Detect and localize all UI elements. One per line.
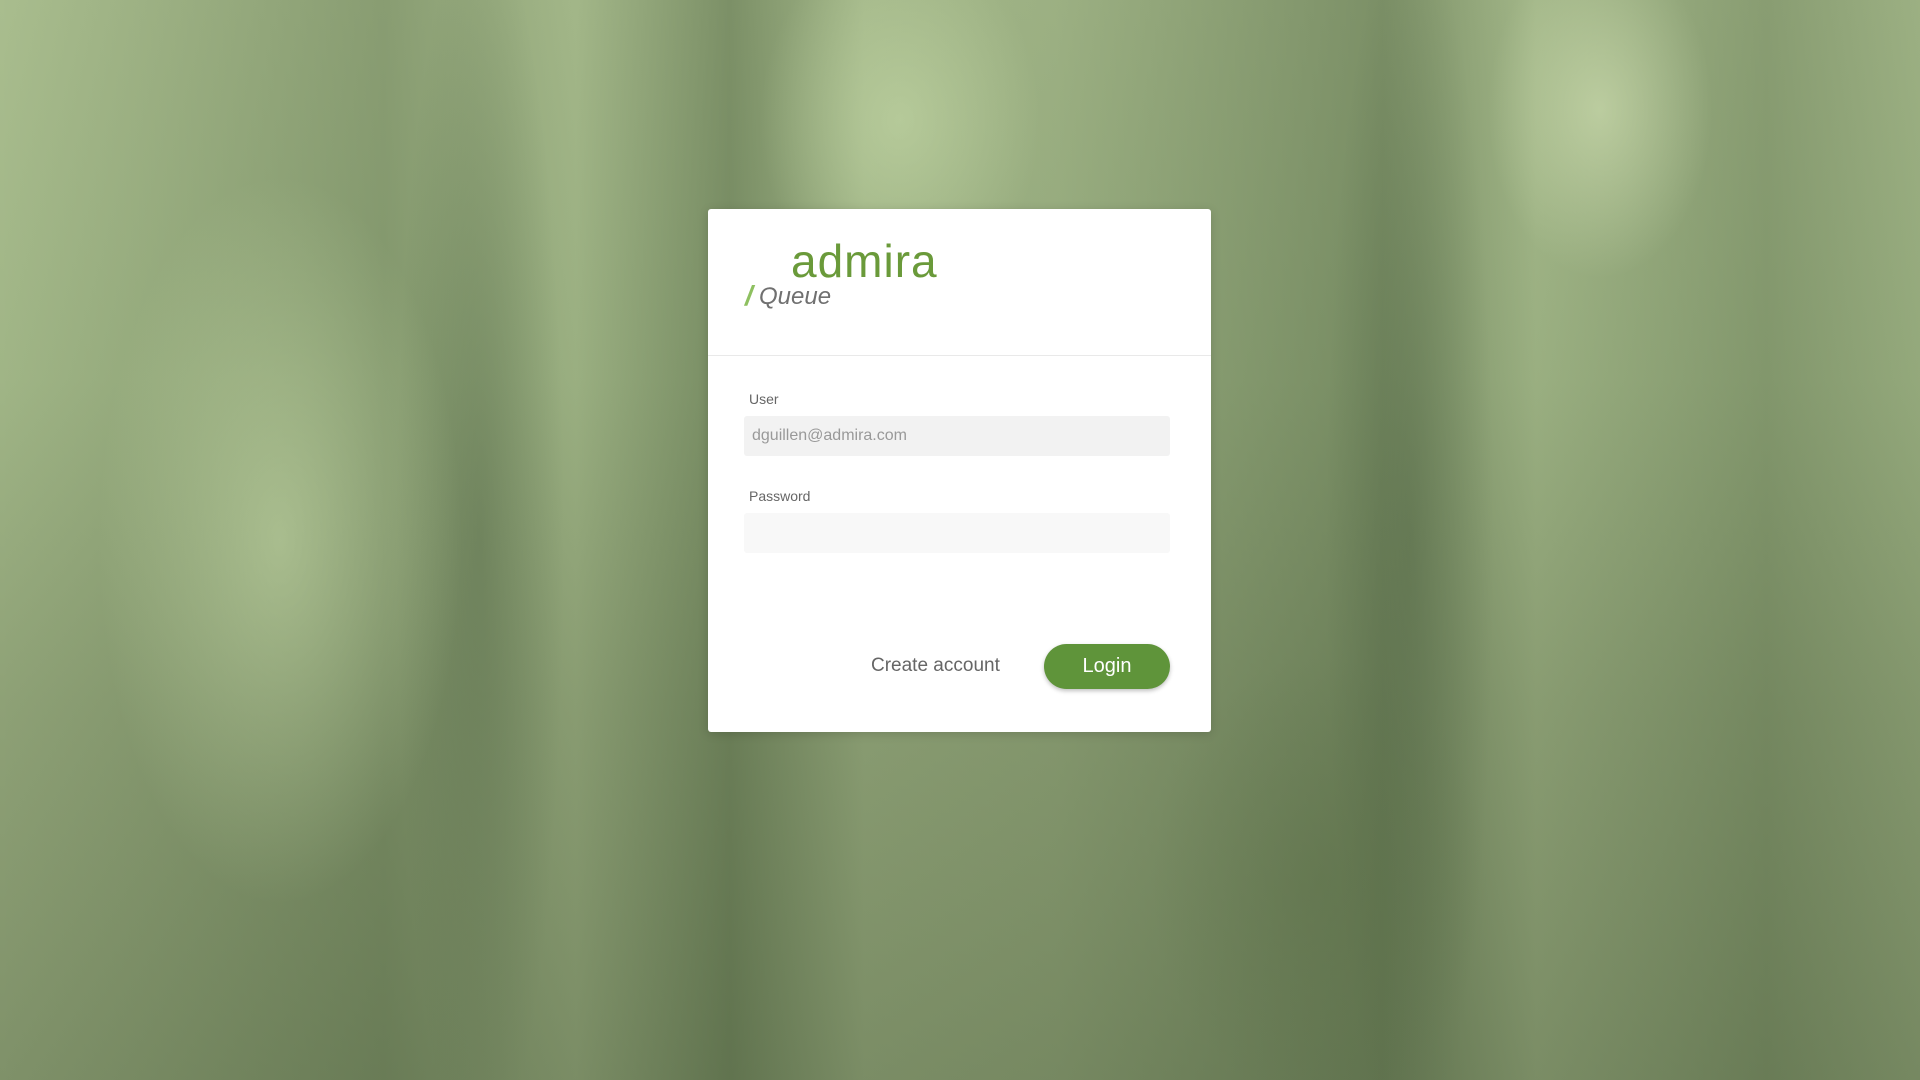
user-label: User (749, 391, 779, 407)
password-label: Password (749, 488, 811, 504)
logo-slash-mark: / (745, 280, 753, 311)
logo-brand-text: admira (791, 235, 938, 287)
login-button[interactable]: Login (1044, 644, 1170, 689)
password-input[interactable] (744, 513, 1170, 553)
login-card-header: admira / Queue (708, 209, 1211, 356)
admira-queue-logo: admira / Queue (745, 233, 965, 313)
user-input[interactable] (744, 416, 1170, 456)
login-card: admira / Queue User Password Create acco… (708, 209, 1211, 732)
create-account-link[interactable]: Create account (871, 655, 1000, 677)
logo-product-text: Queue (759, 283, 832, 310)
